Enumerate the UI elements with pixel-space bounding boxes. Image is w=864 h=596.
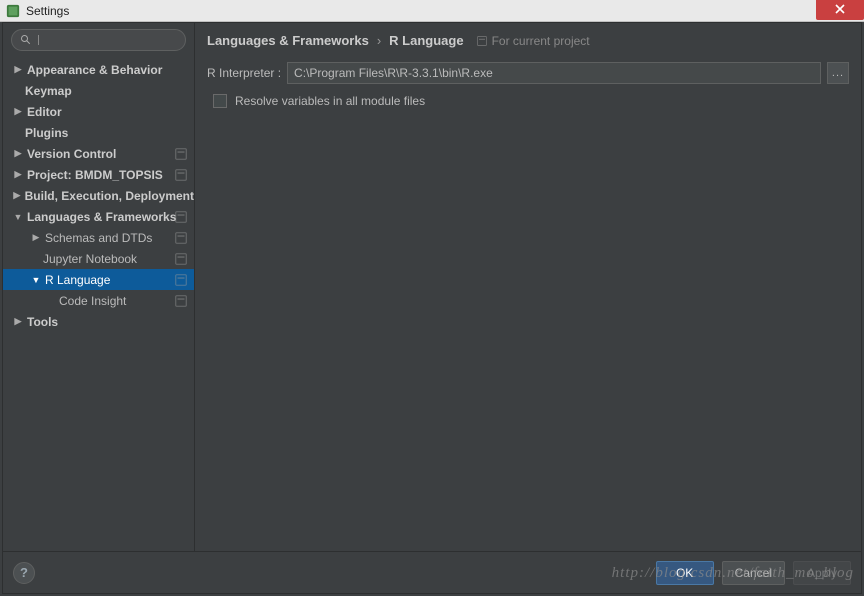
project-badge-icon xyxy=(174,252,188,266)
project-badge-icon xyxy=(174,231,188,245)
main-panel: ▶Appearance & BehaviorKeymap▶EditorPlugi… xyxy=(2,22,862,594)
upper-split: ▶Appearance & BehaviorKeymap▶EditorPlugi… xyxy=(3,23,861,551)
sidebar-item-label: Jupyter Notebook xyxy=(43,252,137,266)
chevron-right-icon: ▶ xyxy=(29,232,43,243)
sidebar-item-label: R Language xyxy=(45,273,110,287)
interpreter-path-input[interactable] xyxy=(287,62,821,84)
resolve-label: Resolve variables in all module files xyxy=(235,94,425,108)
interpreter-label: R Interpreter : xyxy=(207,66,281,80)
project-badge-icon xyxy=(174,273,188,287)
sidebar-item-label: Code Insight xyxy=(59,294,126,308)
settings-tree: ▶Appearance & BehaviorKeymap▶EditorPlugi… xyxy=(3,57,194,551)
project-scope-note: For current project xyxy=(476,34,590,48)
content-panel: Languages & Frameworks › R Language For … xyxy=(195,23,861,551)
sidebar-item-code-insight[interactable]: Code Insight xyxy=(3,290,194,311)
chevron-right-icon: ▶ xyxy=(11,64,25,75)
interpreter-row: R Interpreter : ... xyxy=(207,62,849,84)
bottom-bar: ? OK Cancel Apply xyxy=(3,551,861,593)
sidebar-item-label: Version Control xyxy=(27,147,116,161)
cancel-button[interactable]: Cancel xyxy=(722,561,785,585)
titlebar: Settings xyxy=(0,0,864,22)
project-badge-icon xyxy=(174,210,188,224)
crumb-langs[interactable]: Languages & Frameworks xyxy=(207,33,369,48)
sidebar-item-label: Project: BMDM_TOPSIS xyxy=(27,168,163,182)
sidebar-item-keymap[interactable]: Keymap xyxy=(3,80,194,101)
search-input[interactable] xyxy=(11,29,186,51)
chevron-right-icon: ▶ xyxy=(11,190,23,201)
window-title: Settings xyxy=(26,4,69,18)
project-icon xyxy=(476,35,488,47)
project-badge-icon xyxy=(174,168,188,182)
close-button[interactable] xyxy=(816,0,864,20)
project-scope-label: For current project xyxy=(492,34,590,48)
sidebar-item-plugins[interactable]: Plugins xyxy=(3,122,194,143)
project-badge-icon xyxy=(174,294,188,308)
sidebar-item-label: Editor xyxy=(27,105,62,119)
resolve-row: Resolve variables in all module files xyxy=(207,94,849,108)
chevron-right-icon: ▶ xyxy=(11,169,25,180)
sidebar-item-version-control[interactable]: ▶Version Control xyxy=(3,143,194,164)
search-icon xyxy=(20,34,32,46)
search-wrap xyxy=(3,23,194,57)
search-caret xyxy=(38,35,39,45)
chevron-down-icon: ▼ xyxy=(11,212,25,222)
sidebar: ▶Appearance & BehaviorKeymap▶EditorPlugi… xyxy=(3,23,195,551)
sidebar-item-label: Appearance & Behavior xyxy=(27,63,162,77)
sidebar-item-languages-frameworks[interactable]: ▼Languages & Frameworks xyxy=(3,206,194,227)
chevron-down-icon: ▼ xyxy=(29,275,43,285)
sidebar-item-schemas-and-dtds[interactable]: ▶Schemas and DTDs xyxy=(3,227,194,248)
sidebar-item-label: Build, Execution, Deployment xyxy=(25,189,194,203)
sidebar-item-jupyter-notebook[interactable]: Jupyter Notebook xyxy=(3,248,194,269)
resolve-checkbox[interactable] xyxy=(213,94,227,108)
sidebar-item-editor[interactable]: ▶Editor xyxy=(3,101,194,122)
sidebar-item-project-bmdm-topsis[interactable]: ▶Project: BMDM_TOPSIS xyxy=(3,164,194,185)
sidebar-item-r-language[interactable]: ▼R Language xyxy=(3,269,194,290)
sidebar-item-build-execution-deployment[interactable]: ▶Build, Execution, Deployment xyxy=(3,185,194,206)
sidebar-item-appearance-behavior[interactable]: ▶Appearance & Behavior xyxy=(3,59,194,80)
sidebar-item-label: Tools xyxy=(27,315,58,329)
sidebar-item-label: Languages & Frameworks xyxy=(27,210,176,224)
sidebar-item-tools[interactable]: ▶Tools xyxy=(3,311,194,332)
sidebar-item-label: Plugins xyxy=(25,126,68,140)
browse-button[interactable]: ... xyxy=(827,62,849,84)
apply-button[interactable]: Apply xyxy=(793,561,851,585)
chevron-right-icon: ▶ xyxy=(11,148,25,159)
chevron-right-icon: ▶ xyxy=(11,316,25,327)
app-icon xyxy=(6,4,20,18)
help-button[interactable]: ? xyxy=(13,562,35,584)
chevron-right-icon: ▶ xyxy=(11,106,25,117)
crumb-sep: › xyxy=(377,33,381,48)
crumb-r-language: R Language xyxy=(389,33,463,48)
sidebar-item-label: Schemas and DTDs xyxy=(45,231,152,245)
close-icon xyxy=(834,3,846,15)
ok-button[interactable]: OK xyxy=(656,561,714,585)
project-badge-icon xyxy=(174,147,188,161)
breadcrumb: Languages & Frameworks › R Language For … xyxy=(207,33,849,48)
sidebar-item-label: Keymap xyxy=(25,84,72,98)
